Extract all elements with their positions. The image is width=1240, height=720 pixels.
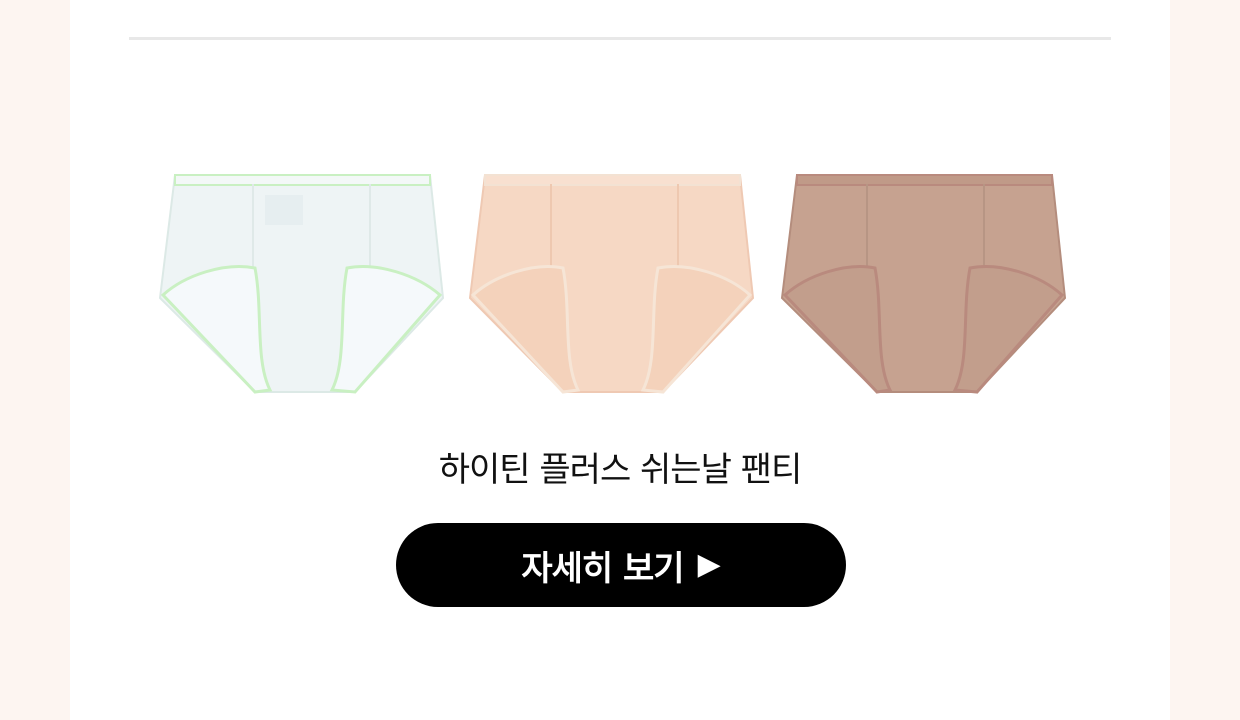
view-details-label: 자세히 보기: [521, 548, 684, 589]
left-margin: [0, 0, 70, 720]
view-details-button[interactable]: 자세히 보기 ▶: [396, 523, 846, 607]
product-image-row: [70, 170, 1170, 400]
product-image-brown[interactable]: [779, 170, 1079, 400]
right-margin: [1170, 0, 1240, 720]
divider-line: [129, 37, 1111, 40]
brown-panty-icon: [780, 174, 1067, 394]
white-panty-icon: [158, 174, 445, 394]
play-arrow-icon: ▶: [697, 547, 721, 582]
content-panel: 하이틴 플러스 쉬는날 팬티 자세히 보기 ▶: [70, 0, 1170, 720]
product-title: 하이틴 플러스 쉬는날 팬티: [438, 450, 803, 490]
page: 하이틴 플러스 쉬는날 팬티 자세히 보기 ▶: [0, 0, 1240, 720]
beige-panty-icon: [468, 174, 755, 394]
product-image-white[interactable]: [155, 170, 455, 400]
product-image-beige[interactable]: [463, 170, 763, 400]
